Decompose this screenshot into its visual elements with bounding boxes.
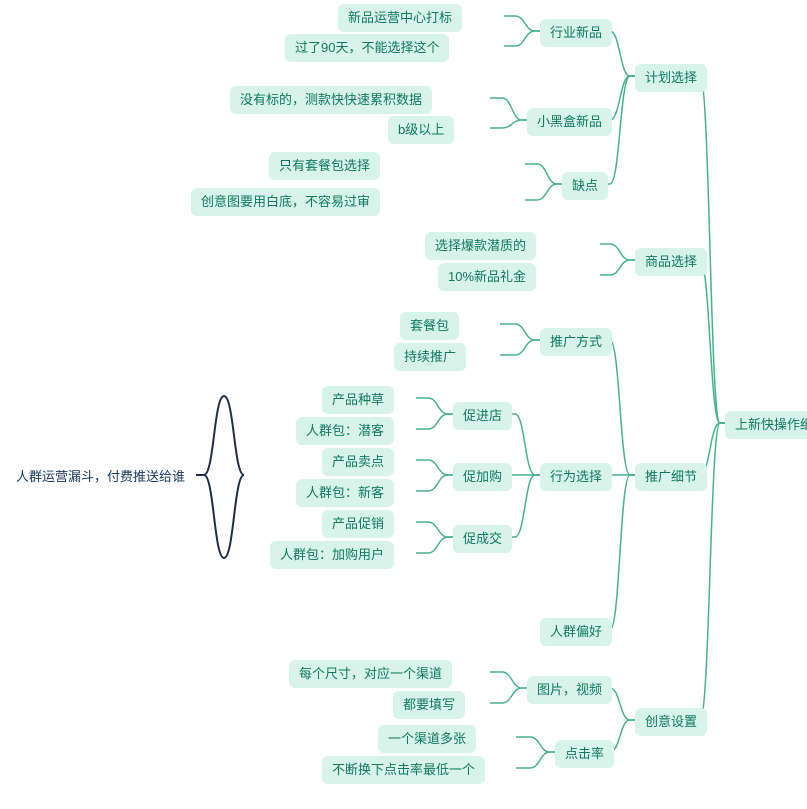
node-goods-hot[interactable]: 选择爆款潜质的 (425, 232, 536, 260)
node-plan-con-pkg[interactable]: 只有套餐包选择 (269, 152, 380, 180)
node-plan-box-notag[interactable]: 没有标的，测款快快速累积数据 (230, 86, 432, 114)
node-root[interactable]: 上新快操作细节 (725, 411, 807, 439)
node-plan-industry[interactable]: 行业新品 (540, 19, 612, 47)
node-creative-img[interactable]: 图片，视频 (527, 676, 612, 704)
node-plan-con[interactable]: 缺点 (562, 172, 608, 200)
node-plan-box[interactable]: 小黑盒新品 (527, 108, 612, 136)
node-plan-industry-tag[interactable]: 新品运营中心打标 (338, 4, 462, 32)
node-detail-way-pkg[interactable]: 套餐包 (400, 312, 459, 340)
node-goods-10[interactable]: 10%新品礼金 (438, 263, 536, 291)
node-beh-shop-seed[interactable]: 产品种草 (322, 386, 394, 414)
node-detail-pref[interactable]: 人群偏好 (540, 618, 612, 646)
node-plan-industry-90d[interactable]: 过了90天，不能选择这个 (285, 34, 449, 62)
node-beh-deal-promo[interactable]: 产品促销 (322, 510, 394, 538)
node-goods[interactable]: 商品选择 (635, 248, 707, 276)
node-beh-shop[interactable]: 促进店 (453, 402, 512, 430)
node-creative-ctr[interactable]: 点击率 (555, 740, 614, 768)
node-beh-cart[interactable]: 促加购 (453, 463, 512, 491)
node-creative-img-size[interactable]: 每个尺寸，对应一个渠道 (289, 660, 452, 688)
node-detail-behavior[interactable]: 行为选择 (540, 463, 612, 491)
node-creative-img-fill[interactable]: 都要填写 (393, 691, 465, 719)
node-plan-con-white[interactable]: 创意图要用白底，不容易过审 (191, 188, 380, 216)
node-creative-ctr-swap[interactable]: 不断换下点击率最低一个 (322, 756, 485, 784)
node-plan[interactable]: 计划选择 (635, 64, 707, 92)
node-beh-cart-pkg[interactable]: 人群包：新客 (296, 479, 394, 507)
node-beh-cart-sell[interactable]: 产品卖点 (322, 448, 394, 476)
node-creative-ctr-multi[interactable]: 一个渠道多张 (378, 725, 476, 753)
node-detail[interactable]: 推广细节 (635, 463, 707, 491)
node-beh-shop-pkg[interactable]: 人群包：潜客 (296, 417, 394, 445)
node-beh-deal-pkg[interactable]: 人群包：加购用户 (270, 541, 394, 569)
node-beh-deal[interactable]: 促成交 (453, 525, 512, 553)
node-funnel[interactable]: 人群运营漏斗，付费推送给谁 (6, 463, 195, 491)
node-plan-box-b[interactable]: b级以上 (388, 116, 454, 144)
node-creative[interactable]: 创意设置 (635, 708, 707, 736)
node-detail-way-cont[interactable]: 持续推广 (394, 343, 466, 371)
node-detail-way[interactable]: 推广方式 (540, 328, 612, 356)
